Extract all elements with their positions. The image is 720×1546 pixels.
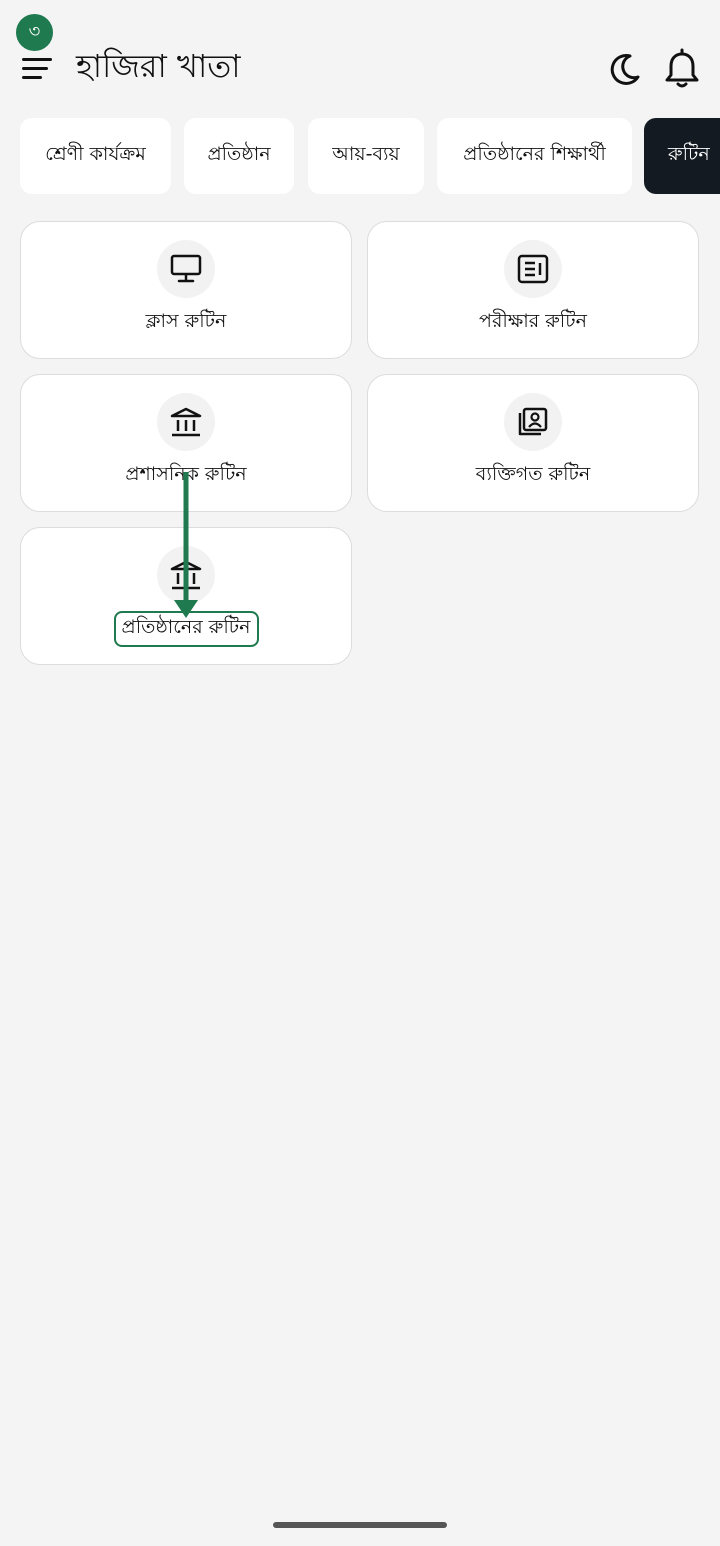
contact-card-icon — [504, 393, 562, 451]
card-label: পরীক্ষার রুটিন — [479, 310, 587, 332]
moon-icon[interactable] — [604, 50, 644, 90]
tab-routine[interactable]: রুটিন — [644, 118, 720, 194]
tab-institution-students[interactable]: প্রতিষ্ঠানের শিক্ষার্থী — [437, 118, 632, 194]
card-label: ক্লাস রুটিন — [145, 310, 227, 332]
newspaper-icon — [504, 240, 562, 298]
category-tabs: শ্রেণী কার্যক্রম প্রতিষ্ঠান আয়-ব্যয় প্… — [0, 118, 720, 196]
card-label: ব্যক্তিগত রুটিন — [475, 463, 591, 485]
tab-income-expense[interactable]: আয়-ব্যয় — [308, 118, 424, 194]
tab-class-activities[interactable]: শ্রেণী কার্যক্রম — [20, 118, 171, 194]
annotation-arrow-icon — [174, 472, 198, 618]
tab-institution[interactable]: প্রতিষ্ঠান — [184, 118, 294, 194]
app-title: হাজিরা খাতা — [76, 47, 241, 85]
bell-icon[interactable] — [662, 48, 702, 90]
home-indicator[interactable] — [273, 1522, 447, 1528]
monitor-icon — [157, 240, 215, 298]
hamburger-menu-icon[interactable] — [22, 54, 56, 82]
class-routine-card[interactable]: ক্লাস রুটিন — [20, 221, 352, 359]
personal-routine-card[interactable]: ব্যক্তিগত রুটিন — [367, 374, 699, 512]
step-badge: ৩ — [16, 14, 53, 51]
exam-routine-card[interactable]: পরীক্ষার রুটিন — [367, 221, 699, 359]
institution-icon — [157, 393, 215, 451]
